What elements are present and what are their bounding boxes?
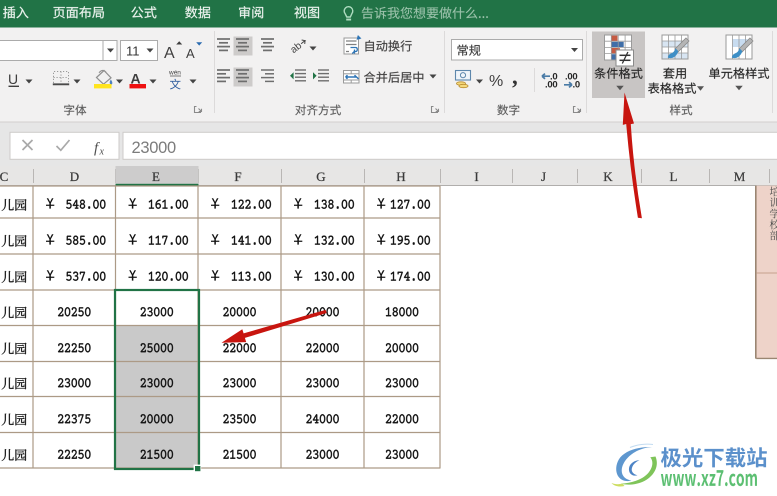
svg-text:23000: 23000 bbox=[132, 139, 177, 157]
svg-text:L: L bbox=[670, 169, 678, 184]
svg-text:G: G bbox=[316, 169, 325, 184]
svg-text:C: C bbox=[0, 169, 8, 184]
svg-text:,: , bbox=[512, 64, 518, 89]
svg-text:I: I bbox=[474, 169, 478, 184]
svg-text:J: J bbox=[541, 169, 546, 184]
svg-text:M: M bbox=[734, 169, 746, 184]
svg-text:U: U bbox=[8, 71, 18, 87]
svg-text:F: F bbox=[234, 169, 241, 184]
svg-text:D: D bbox=[70, 169, 79, 184]
svg-text:.00: .00 bbox=[545, 80, 557, 91]
svg-text:A: A bbox=[131, 70, 141, 86]
svg-text:wén: wén bbox=[168, 70, 181, 77]
svg-text:%: % bbox=[489, 73, 503, 90]
svg-text:H: H bbox=[396, 169, 405, 184]
svg-text:.0: .0 bbox=[573, 80, 580, 91]
svg-text:K: K bbox=[603, 169, 613, 184]
svg-text:11: 11 bbox=[126, 44, 140, 59]
svg-text:A: A bbox=[164, 45, 175, 62]
svg-text:A: A bbox=[186, 46, 195, 61]
svg-text:E: E bbox=[152, 169, 160, 184]
svg-text:x: x bbox=[99, 147, 105, 158]
